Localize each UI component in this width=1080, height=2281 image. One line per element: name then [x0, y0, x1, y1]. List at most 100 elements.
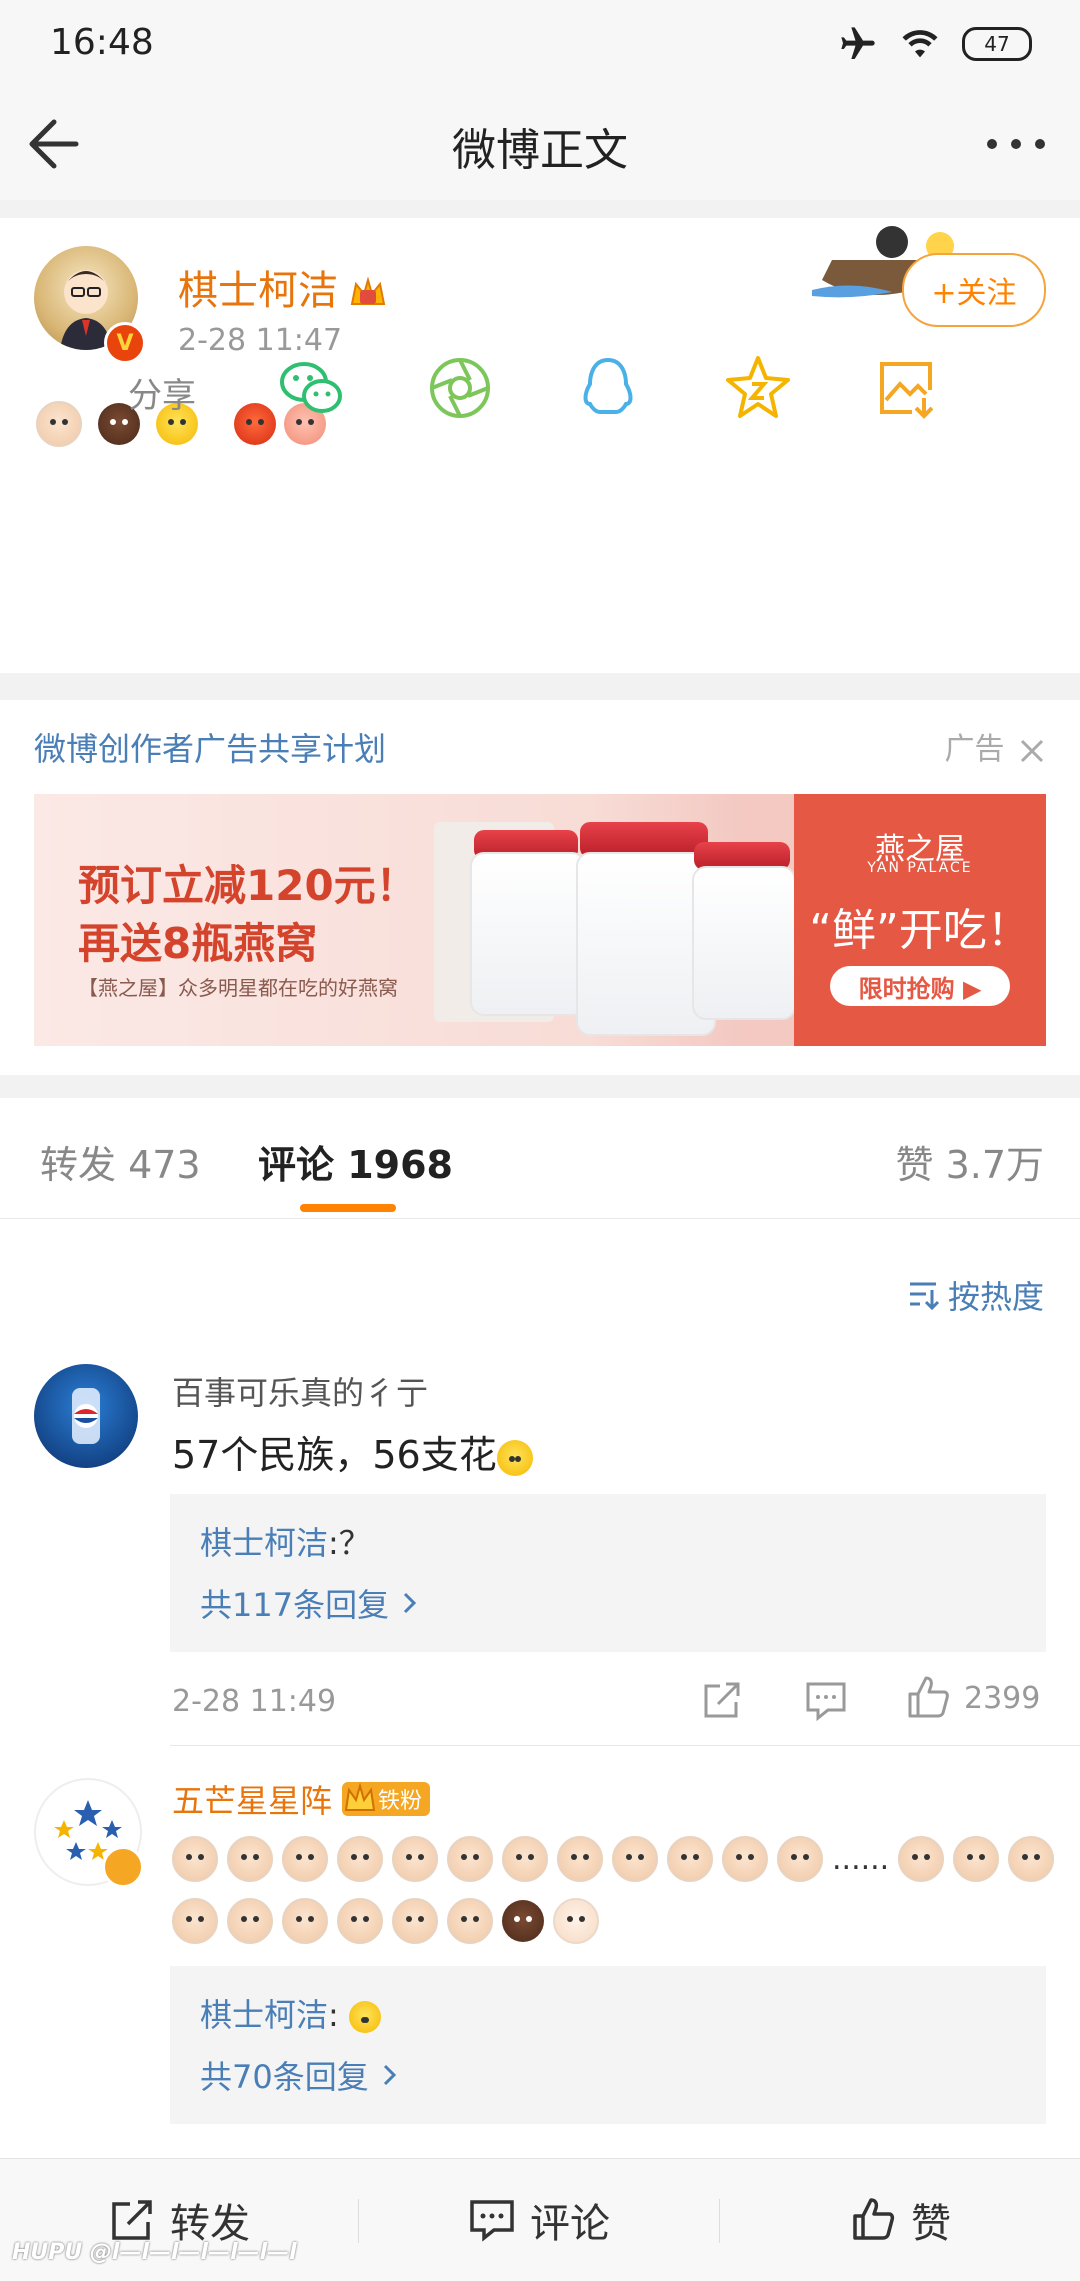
thinking-face-emoji-icon [348, 2001, 381, 2033]
old-man-emoji-icon [227, 1898, 273, 1944]
share-label: 分享 [128, 376, 196, 416]
reply-count: 共117条回复 [200, 1586, 390, 1624]
fan-badge-label: 铁粉 [378, 1789, 423, 1814]
follow-button[interactable]: +关注 [902, 253, 1046, 327]
old-man-emoji-icon [172, 1898, 218, 1944]
old-man-emoji-icon [953, 1836, 1000, 1882]
comment-icon [470, 2200, 514, 2242]
wifi-icon [902, 30, 938, 58]
tab-comments[interactable]: 评论 1968 [258, 1134, 453, 1189]
qq-icon [583, 357, 633, 414]
more-button[interactable] [976, 114, 1056, 174]
thumbs-up-icon [853, 2198, 895, 2240]
old-man-emoji-icon [392, 1898, 438, 1944]
old-man-emoji-icon [667, 1836, 713, 1882]
comment-icon [806, 1682, 846, 1722]
banner-subheadline: 再送8瓶燕窝 [78, 919, 318, 968]
fan-badge: 铁粉 [342, 1782, 431, 1816]
old-man-emoji-icon [557, 1836, 603, 1882]
more-dots-icon [987, 139, 1045, 149]
section-gap [0, 1075, 1080, 1098]
reply-preview-box[interactable]: 棋士柯洁: 共70条回复 [170, 1966, 1046, 2124]
crown-icon [344, 1782, 376, 1811]
flower-face-emoji-icon [496, 1439, 533, 1476]
reply-text: :？ [328, 1524, 371, 1562]
verified-badge [102, 1846, 144, 1888]
sort-by-hot-button[interactable]: 按热度 [906, 1272, 1044, 1318]
like-count: 2399 [964, 1680, 1041, 1716]
old-man-emoji-icon [447, 1836, 493, 1882]
old-man-emoji-icon [898, 1836, 945, 1882]
battery-indicator: 47 [962, 27, 1032, 61]
qq-share-button[interactable] [570, 350, 646, 426]
close-icon [1020, 739, 1044, 762]
comment-like-button[interactable]: 2399 [904, 1674, 1040, 1722]
banner-slogan: “鲜”开吃！ [809, 905, 1031, 956]
author-name-text: 棋士柯洁 [178, 268, 338, 314]
buy-now-button[interactable]: 限时抢购 ▶ [830, 966, 1010, 1006]
status-bar: 16:48 47 [0, 0, 1080, 88]
like-button[interactable]: 赞 [720, 2159, 1080, 2281]
reply-author[interactable]: 棋士柯洁 [200, 1996, 328, 2034]
post-tabs: 转发 473 评论 1968 赞 3.7万 [0, 1098, 1080, 1219]
chevron-right-icon [404, 1592, 417, 1614]
favorite-icon [726, 356, 790, 418]
pepsi-logo-icon [72, 1388, 100, 1444]
tab-likes[interactable]: 赞 3.7万 [895, 1134, 1044, 1189]
section-gap [0, 200, 1080, 218]
view-replies-link[interactable]: 共70条回复 [200, 2052, 401, 2098]
chevron-right-icon [383, 2064, 397, 2086]
active-tab-indicator [300, 1204, 396, 1212]
old-man-emoji-icon [1008, 1836, 1055, 1882]
old-man-emoji-icon [722, 1836, 768, 1882]
view-replies-link[interactable]: 共117条回复 [200, 1580, 421, 1626]
airplane-icon [841, 27, 875, 59]
reply-line: 棋士柯洁:？ [200, 1518, 371, 1564]
old-man-emoji-icon [337, 1836, 383, 1882]
ad-banner[interactable]: 预订立减120元！ 再送8瓶燕窝 【燕之屋】众多明星都在吃的好燕窝 燕之屋 YA… [34, 794, 1046, 1046]
reply-text: : [328, 1996, 339, 2034]
author-name[interactable]: 棋士柯洁 [178, 258, 388, 316]
old-man-emoji-icon [337, 1898, 383, 1944]
verified-badge: V [104, 322, 146, 364]
moments-share-button[interactable] [422, 350, 498, 426]
favorite-share-button[interactable] [720, 350, 796, 426]
reply-count: 共70条回复 [200, 2058, 369, 2096]
watermark-text: HUPU @l—l—l—l—l—l—l [12, 2240, 297, 2265]
jar-image [692, 866, 796, 1020]
ad-label: 广告 [944, 732, 1005, 767]
dark-face-emoji-icon [502, 1900, 544, 1942]
status-icons: 47 [838, 24, 1032, 64]
old-man-emoji-icon [612, 1836, 658, 1882]
commenter-name[interactable]: 五芒星星阵 [172, 1776, 332, 1822]
banner-tagline: 【燕之屋】众多明星都在吃的好燕窝 [78, 976, 398, 1000]
save-image-share-button[interactable] [868, 350, 944, 426]
tab-repost[interactable]: 转发 473 [40, 1134, 201, 1189]
old-man-emoji-icon [36, 401, 82, 447]
reply-preview-box[interactable]: 棋士柯洁:？ 共117条回复 [170, 1494, 1046, 1652]
comment-avatar[interactable] [34, 1364, 138, 1468]
clock: 16:48 [50, 22, 154, 63]
comment-reply-button[interactable] [804, 1678, 848, 1726]
section-gap [0, 673, 1080, 700]
baby-face-emoji-icon [553, 1898, 599, 1944]
ad-card: 微博创作者广告共享计划 广告 预订立减120元！ 再送8瓶燕窝 【燕之屋】众多明… [0, 700, 1080, 1075]
ad-program-link[interactable]: 微博创作者广告共享计划 [34, 724, 386, 770]
wechat-share-button[interactable] [274, 350, 350, 426]
banner-brand-panel: 燕之屋 YAN PALACE “鲜”开吃！ 限时抢购 ▶ [794, 794, 1046, 1046]
reply-author[interactable]: 棋士柯洁 [200, 1524, 328, 1562]
comment-share-button[interactable] [700, 1678, 744, 1726]
comment-text: 57个民族，56支花 [172, 1424, 533, 1479]
comment-text-content: 57个民族，56支花 [172, 1433, 497, 1477]
ad-close-button[interactable]: 广告 [944, 724, 1046, 768]
commenter-name[interactable]: 百事可乐真的彳亍 [172, 1368, 428, 1414]
comment-divider [170, 1745, 1080, 1746]
comment-button[interactable]: 评论 [359, 2159, 719, 2281]
old-man-emoji-icon [392, 1836, 438, 1882]
wechat-icon [280, 362, 342, 413]
post-card: V 棋士柯洁 2-28 11:47 +关注 分享 [0, 218, 1080, 673]
jar-image [470, 852, 586, 1016]
comment-text-line2 [172, 1898, 599, 1944]
page-title: 微博正文 [452, 125, 628, 176]
moments-icon [430, 358, 490, 418]
